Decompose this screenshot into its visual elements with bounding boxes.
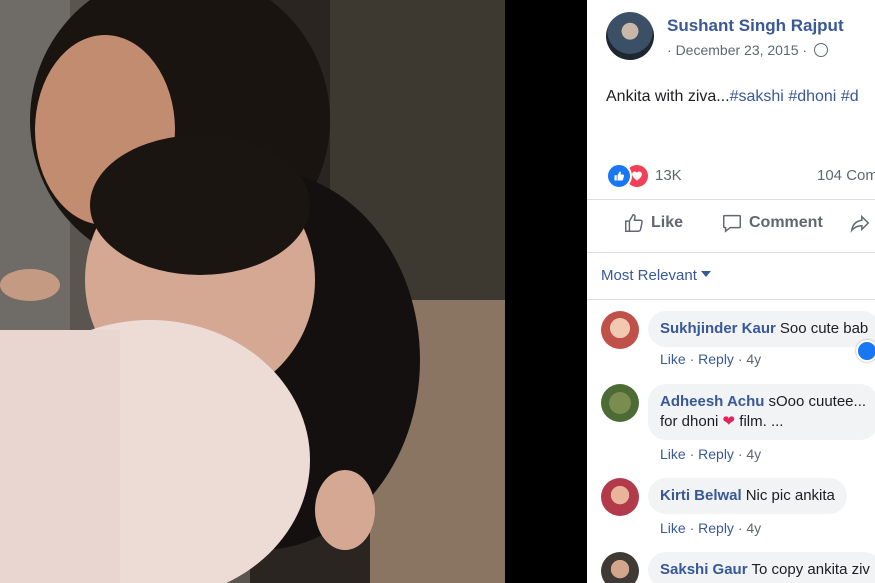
- comment-button[interactable]: Comment: [721, 212, 823, 234]
- divider: [587, 299, 875, 300]
- share-button[interactable]: [849, 212, 871, 234]
- post-date: · December 23, 2015 ·: [667, 42, 828, 58]
- comment-bubble: Sukhjinder Kaur Soo cute bab: [648, 311, 875, 347]
- comment-like-badge-icon: [856, 340, 875, 362]
- comment-text-line2: for dhoni: [660, 413, 719, 430]
- comment-sort-label: Most Relevant: [601, 267, 697, 284]
- like-button-label: Like: [651, 214, 684, 231]
- commenter-avatar[interactable]: [601, 478, 639, 516]
- reactions-bar: 13K 104 Com: [606, 163, 875, 189]
- comment-meta: Like · Reply · 4y: [660, 520, 762, 536]
- like-reaction-icon[interactable]: [606, 163, 632, 189]
- comment-like-link[interactable]: Like: [660, 351, 686, 367]
- comment-reply-link[interactable]: Reply: [698, 446, 734, 462]
- caption-text: Ankita with ziva...: [606, 88, 730, 105]
- comment-like-link[interactable]: Like: [660, 520, 686, 536]
- comment-time[interactable]: 4y: [746, 351, 761, 367]
- comment-meta: Like · Reply · 4y: [660, 446, 762, 462]
- commenter-avatar[interactable]: [601, 311, 639, 349]
- caret-down-icon: [700, 271, 711, 277]
- heart-emoji-icon: ❤: [722, 413, 736, 430]
- comment-reply-link[interactable]: Reply: [698, 351, 734, 367]
- comment-bubble: Sakshi Gaur To copy ankita ziv: [648, 552, 875, 583]
- commenter-name[interactable]: Sakshi Gaur: [660, 561, 748, 578]
- post-date-sep: ·: [667, 42, 672, 58]
- comment-reply-link[interactable]: Reply: [698, 520, 734, 536]
- commenter-name[interactable]: Adheesh Achu: [660, 393, 764, 410]
- comment-button-label: Comment: [749, 214, 823, 231]
- comment-meta: Like · Reply · 4y: [660, 351, 762, 367]
- commenter-name[interactable]: Kirti Belwal: [660, 487, 742, 504]
- comment-text: To copy ankita ziv: [751, 561, 870, 578]
- comment-count[interactable]: 104 Com: [817, 167, 875, 184]
- divider: [587, 252, 875, 253]
- post-caption: Ankita with ziva...#sakshi #dhoni #d: [606, 88, 859, 106]
- comment-icon: [723, 214, 741, 233]
- comment-sort-dropdown[interactable]: Most Relevant: [601, 267, 711, 284]
- post-sidebar: Sushant Singh Rajput · December 23, 2015…: [587, 0, 875, 583]
- globe-icon: [813, 43, 828, 57]
- author-avatar[interactable]: [606, 12, 654, 60]
- divider: [587, 199, 875, 200]
- like-button[interactable]: Like: [623, 212, 683, 234]
- post-date-text[interactable]: December 23, 2015: [676, 42, 799, 58]
- comment-time[interactable]: 4y: [746, 446, 761, 462]
- comment-bubble: Adheesh Achu sOoo cuutee... for dhoni ❤ f…: [648, 384, 875, 440]
- author-name[interactable]: Sushant Singh Rajput: [667, 16, 844, 36]
- thumbs-up-icon: [625, 214, 643, 232]
- post-actions: Like Comment: [587, 212, 875, 242]
- comment-text-line2b: film. ...: [739, 413, 784, 430]
- comment-bubble: Kirti Belwal Nic pic ankita: [648, 478, 847, 514]
- hashtag-link[interactable]: #d: [841, 88, 859, 105]
- photo-viewer: [0, 0, 587, 583]
- post-date-sep-2: ·: [802, 42, 808, 58]
- reaction-count[interactable]: 13K: [655, 167, 682, 184]
- comment-like-link[interactable]: Like: [660, 446, 686, 462]
- commenter-avatar[interactable]: [601, 384, 639, 422]
- post-photo[interactable]: [0, 0, 505, 583]
- hashtag-link[interactable]: #sakshi: [730, 88, 784, 105]
- commenter-avatar[interactable]: [601, 552, 639, 583]
- hashtag-link[interactable]: #dhoni: [788, 88, 836, 105]
- comment-text: sOoo cuutee...: [768, 393, 867, 410]
- share-icon: [850, 214, 870, 233]
- comment-text: Soo cute bab: [779, 320, 869, 337]
- comment-text: Nic pic ankita: [745, 487, 835, 504]
- commenter-name[interactable]: Sukhjinder Kaur: [660, 320, 776, 337]
- comment-time[interactable]: 4y: [746, 520, 761, 536]
